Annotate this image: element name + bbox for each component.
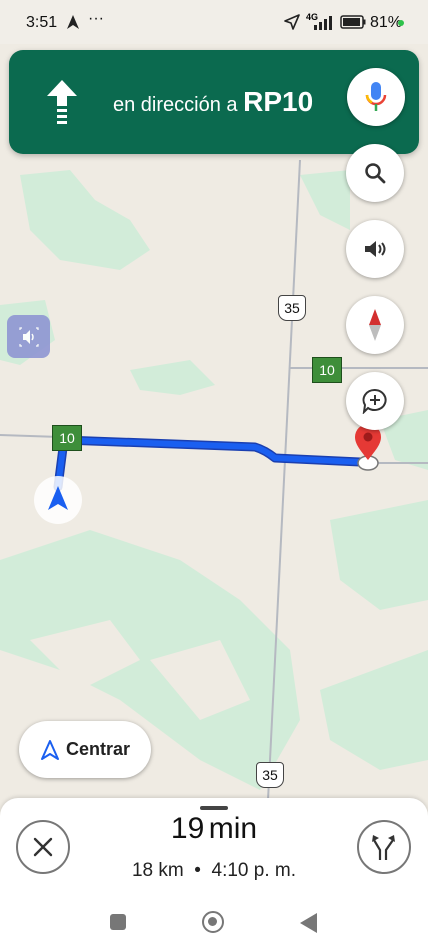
back-button[interactable] xyxy=(300,913,318,933)
status-bar: 3:51 ··· 4G 81% xyxy=(0,0,428,44)
add-report-icon xyxy=(362,388,387,414)
route-shield-35: 35 xyxy=(256,762,284,788)
eta-unit: min xyxy=(208,812,258,845)
volume-button[interactable] xyxy=(346,220,404,278)
report-incident-button[interactable] xyxy=(346,372,404,430)
microphone-icon xyxy=(365,82,387,111)
signal-icon xyxy=(314,16,332,30)
location-arrow-icon xyxy=(284,14,300,30)
speaker-icon xyxy=(18,326,39,347)
search-along-route-button[interactable] xyxy=(346,144,404,202)
voice-search-button[interactable] xyxy=(347,68,405,126)
home-icon xyxy=(208,917,217,926)
arrival-time: 4:10 p. m. xyxy=(211,860,297,881)
recenter-label: Centrar xyxy=(66,739,131,759)
route-shield-label: 35 xyxy=(262,767,278,783)
route-sign-10: 10 xyxy=(52,425,82,451)
eta-minutes: 19 xyxy=(170,812,205,845)
system-navigation-bar xyxy=(0,892,428,950)
separator: • xyxy=(194,860,201,881)
route-shield-35: 35 xyxy=(278,295,306,321)
instruction-text: en dirección a RP10 xyxy=(113,86,313,118)
volume-icon xyxy=(365,241,386,257)
arrow-up-icon xyxy=(47,80,77,124)
battery-icon xyxy=(340,15,366,29)
fork-routes-icon xyxy=(372,835,395,860)
route-sign-label: 10 xyxy=(319,362,335,378)
charging-dot xyxy=(398,20,404,26)
navigation-status-icon xyxy=(67,15,79,29)
status-time: 3:51 xyxy=(26,14,58,31)
route-sign-10: 10 xyxy=(312,357,342,383)
instruction-prefix: en dirección a xyxy=(113,94,238,116)
trip-distance: 18 km xyxy=(131,860,184,881)
navigation-arrow-icon xyxy=(41,739,59,760)
compass-icon xyxy=(369,309,381,341)
route-shield-label: 35 xyxy=(284,300,300,316)
recents-button[interactable] xyxy=(110,914,126,930)
home-button[interactable] xyxy=(202,911,224,933)
route-sign-label: 10 xyxy=(59,430,75,446)
alternate-routes-button[interactable] xyxy=(357,820,411,874)
compass-button[interactable] xyxy=(346,296,404,354)
drag-handle[interactable] xyxy=(200,806,228,810)
recenter-button[interactable]: Centrar xyxy=(19,721,151,778)
search-icon xyxy=(365,163,386,184)
instruction-road: RP10 xyxy=(243,86,314,117)
more-notifications-icon: ··· xyxy=(88,10,104,27)
sound-overlay-button[interactable] xyxy=(7,315,50,358)
